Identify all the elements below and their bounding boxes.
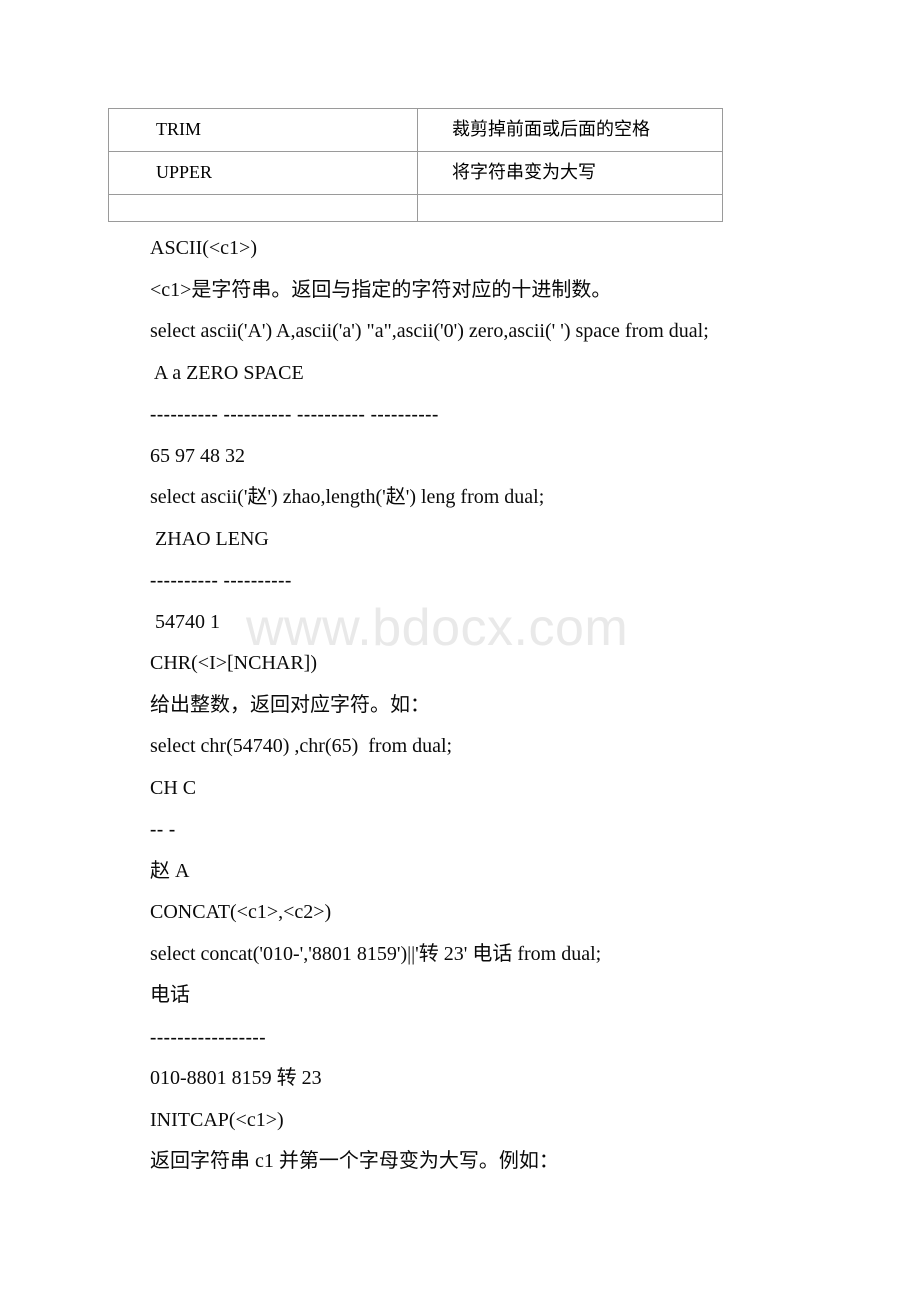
table-row: UPPER 将字符串变为大写 — [108, 151, 723, 195]
text-line-concat-signature: CONCAT(<c1>,<c2>) — [150, 901, 332, 923]
text-line-chr-description: 给出整数，返回对应字符。如： — [150, 693, 430, 716]
cell-text — [109, 195, 417, 221]
text-line-ascii-signature: ASCII(<c1>) — [150, 237, 257, 259]
table-cell-function-description: 将字符串变为大写 — [417, 151, 723, 195]
body-text-block: ASCII(<c1>) <c1>是字符串。返回与指定的字符对应的十进制数。 se… — [150, 228, 890, 1183]
cell-text: 将字符串变为大写 — [452, 162, 596, 182]
text-line-chr-result-header: CH C — [150, 776, 197, 799]
table-row-empty — [108, 194, 723, 222]
table-cell-function-name: TRIM — [108, 108, 418, 152]
cell-text: UPPER — [156, 162, 213, 182]
table-cell-function-name — [108, 194, 418, 222]
function-reference-table: TRIM 裁剪掉前面或后面的空格 UPPER 将字符串变为大写 — [108, 108, 723, 222]
text-line-zhao-result-header: ZHAO LENG — [150, 527, 269, 550]
text-line-chr-query: select chr(54740) ,chr(65) from dual; — [150, 735, 453, 757]
text-line-initcap-description: 返回字符串 c1 并第一个字母变为大写。例如： — [150, 1150, 559, 1172]
text-line-initcap-signature: INITCAP(<c1>) — [150, 1108, 284, 1131]
text-line-chr-signature: CHR(<I>[NCHAR]) — [150, 652, 317, 674]
text-line-ascii-result-rule: ---------- ---------- ---------- -------… — [150, 404, 439, 425]
text-line-concat-result-values: 010-8801 8159 转 23 — [150, 1067, 322, 1089]
text-line-concat-query: select concat('010-','8801 8159')||'转 23… — [150, 942, 602, 965]
text-line-ascii-query: select ascii('A') A,ascii('a') "a",ascii… — [150, 320, 709, 342]
text-line-concat-result-rule: ----------------- — [150, 1026, 267, 1048]
text-line-zhao-result-values: 54740 1 — [150, 610, 220, 633]
document-page: www.bdocx.com TRIM 裁剪掉前面或后面的空格 UPPER 将字符… — [0, 0, 920, 1302]
text-line-ascii-description: <c1>是字符串。返回与指定的字符对应的十进制数。 — [150, 278, 612, 301]
table-cell-function-description: 裁剪掉前面或后面的空格 — [417, 108, 723, 152]
text-line-ascii-result-header: A a ZERO SPACE — [150, 361, 304, 384]
text-line-zhao-result-rule: ---------- ---------- — [150, 570, 292, 591]
text-line-zhao-query: select ascii('赵') zhao,length('赵') leng … — [150, 486, 545, 508]
table-cell-function-description — [417, 194, 723, 222]
text-line-chr-result-rule: -- - — [150, 819, 176, 840]
table-row: TRIM 裁剪掉前面或后面的空格 — [108, 108, 723, 152]
cell-text: 裁剪掉前面或后面的空格 — [452, 119, 650, 139]
cell-text — [418, 195, 722, 221]
text-line-ascii-result-values: 65 97 48 32 — [150, 444, 245, 467]
text-line-chr-result-values: 赵 A — [150, 859, 190, 882]
cell-text: TRIM — [156, 119, 201, 139]
text-line-concat-result-header: 电话 — [150, 984, 190, 1006]
table-cell-function-name: UPPER — [108, 151, 418, 195]
